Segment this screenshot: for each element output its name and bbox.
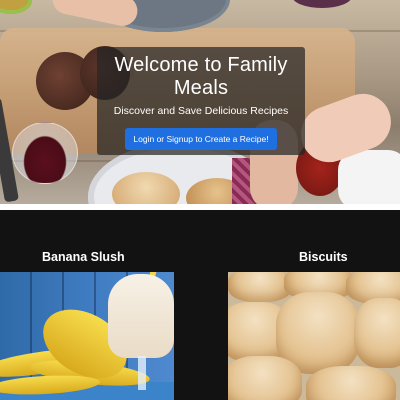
bowl	[0, 0, 32, 14]
recipe-card-title[interactable]: Biscuits	[299, 250, 348, 264]
biscuit	[228, 356, 302, 400]
hero-subtitle: Discover and Save Delicious Recipes	[113, 105, 289, 117]
biscuit	[306, 366, 396, 400]
glass-stem	[138, 356, 146, 390]
hand	[49, 0, 141, 29]
recipe-card-image-banana-slush[interactable]	[0, 272, 174, 400]
hero-title: Welcome to Family Meals	[114, 54, 288, 99]
recipe-gallery: Banana Slush Biscuits	[0, 210, 400, 400]
recipe-card-title[interactable]: Banana Slush	[42, 250, 125, 264]
biscuit	[228, 272, 292, 302]
hero-section: Welcome to Family Meals Discover and Sav…	[0, 0, 400, 204]
login-signup-button[interactable]: Login or Signup to Create a Recipe!	[125, 128, 277, 150]
recipe-card-image-biscuits[interactable]	[228, 272, 400, 400]
glass-of-slush	[108, 274, 174, 358]
hero-overlay-card: Welcome to Family Meals Discover and Sav…	[97, 47, 305, 155]
bowl	[292, 0, 352, 8]
sleeve	[338, 150, 400, 204]
wine-glass	[12, 122, 78, 184]
biscuit	[354, 298, 400, 368]
